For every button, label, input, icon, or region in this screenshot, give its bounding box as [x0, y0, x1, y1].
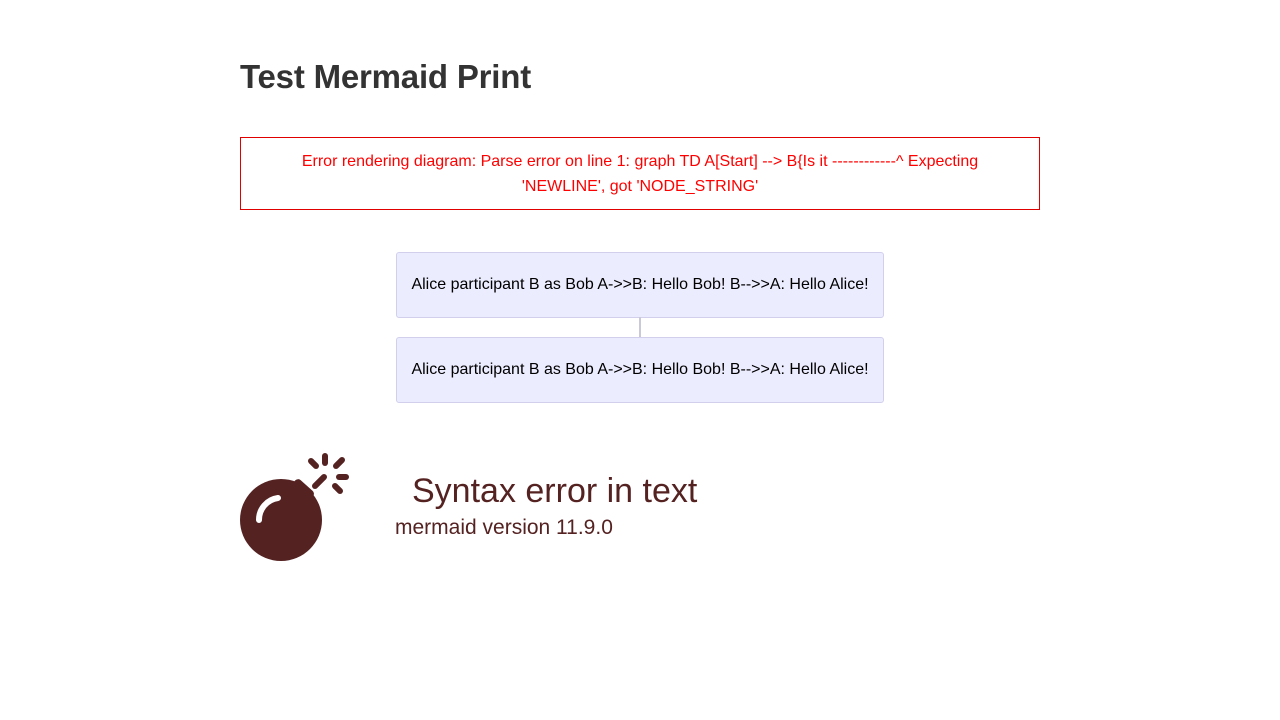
- error-message-box: Error rendering diagram: Parse error on …: [240, 137, 1040, 210]
- diagram-node-label: Alice participant B as Bob A->>B: Hello …: [411, 276, 869, 293]
- page-title: Test Mermaid Print: [240, 58, 532, 95]
- diagram-node: Alice participant B as Bob A->>B: Hello …: [396, 252, 884, 318]
- diagram-connector-line: [639, 317, 641, 337]
- error-message-text: Error rendering diagram: Parse error on …: [301, 152, 979, 195]
- mermaid-version-text: mermaid version 11.9.0: [395, 516, 613, 539]
- bomb-icon: [240, 453, 349, 561]
- diagram-node: Alice participant B as Bob A->>B: Hello …: [396, 337, 884, 403]
- syntax-error-heading: Syntax error in text: [412, 472, 698, 510]
- diagram-node-label: Alice participant B as Bob A->>B: Hello …: [411, 361, 869, 378]
